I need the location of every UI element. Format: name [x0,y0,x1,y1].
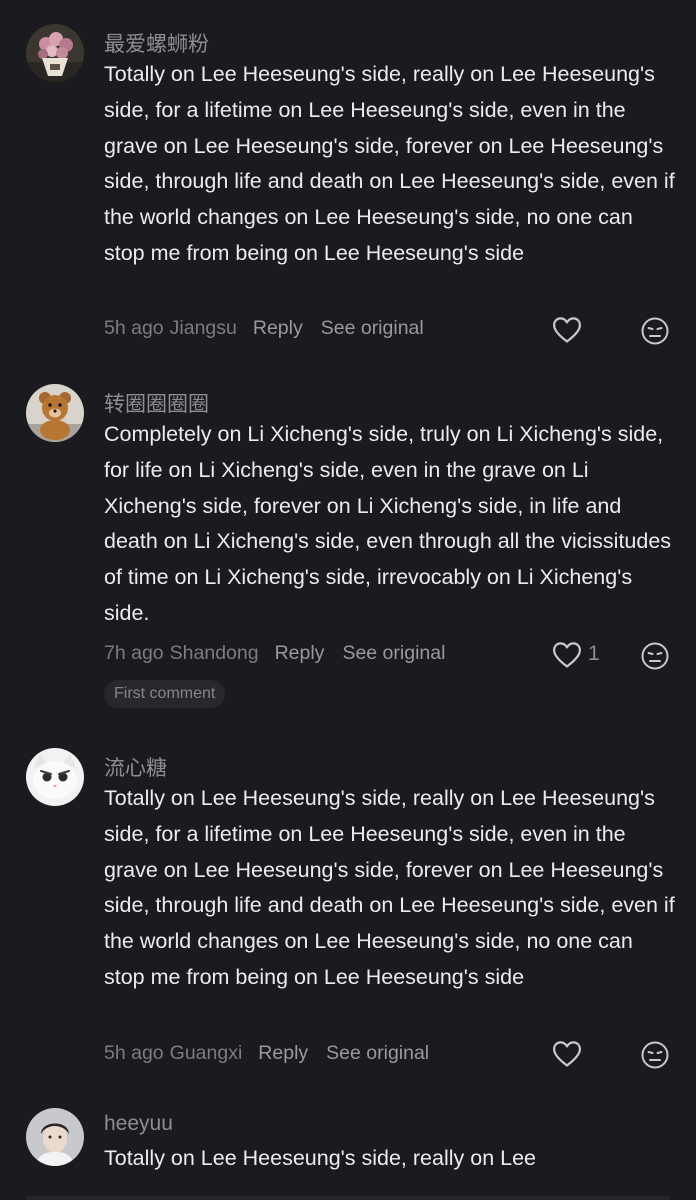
dislike-button[interactable] [640,1040,670,1070]
comment-text: Totally on Lee Heeseung's side, really o… [104,62,675,265]
first-comment-badge: First comment [104,680,226,708]
dislike-button[interactable] [640,316,670,346]
meh-face-icon [641,642,669,670]
comment-text: Totally on Lee Heeseung's side, really o… [104,786,675,989]
see-original-button[interactable]: See original [321,317,424,339]
location: Shandong [169,642,259,664]
dislike-button[interactable] [640,641,670,671]
see-original-button[interactable]: See original [326,1042,429,1064]
avatar[interactable] [26,1108,84,1166]
username[interactable]: heeyuu [104,1112,173,1136]
comment-text: Completely on Li Xicheng's side, truly o… [104,422,672,625]
comment-text: Totally on Lee Heeseung's side, really o… [104,1146,536,1170]
person-photo-avatar-icon [26,1108,84,1166]
timestamp: 7h ago [104,642,164,664]
avatar[interactable] [26,384,84,442]
white-cat-avatar-icon [26,748,84,806]
see-original-button[interactable]: See original [342,642,445,664]
avatar[interactable] [26,24,84,82]
username[interactable]: 最爱螺蛳粉 [104,28,209,58]
reply-button[interactable]: Reply [253,317,303,339]
teddy-bear-avatar-icon [26,384,84,442]
location: Guangxi [169,1042,243,1064]
heart-icon [553,1041,581,1067]
username[interactable]: 流心糖 [104,752,167,782]
username[interactable]: 转圈圈圈圈 [104,388,209,418]
bottom-edge-divider [26,1196,670,1200]
comment-meta: 5h ago Guangxi Reply See original [104,1042,429,1065]
like-count: 1 [588,642,600,665]
meh-face-icon [641,317,669,345]
comment-meta: 7h ago Shandong Reply See original [104,642,445,665]
reply-button[interactable]: Reply [275,642,325,664]
timestamp: 5h ago [104,1042,164,1064]
timestamp: 5h ago [104,317,164,339]
avatar[interactable] [26,748,84,806]
meh-face-icon [641,1041,669,1069]
heart-icon [553,642,581,668]
like-button[interactable] [552,316,612,346]
comment-meta: 5h ago Jiangsu Reply See original [104,317,424,340]
heart-icon [553,317,581,343]
like-button[interactable]: 1 [552,641,612,671]
flower-bouquet-avatar-icon [26,24,84,82]
reply-button[interactable]: Reply [258,1042,308,1064]
like-button[interactable] [552,1040,612,1070]
location: Jiangsu [169,317,237,339]
